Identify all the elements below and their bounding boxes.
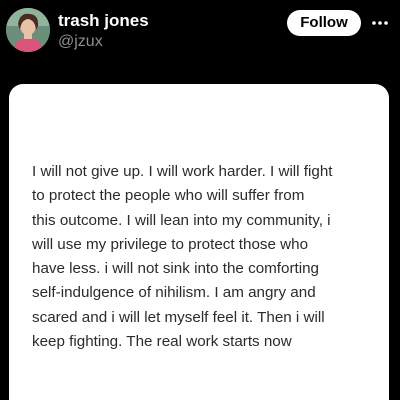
post-text-line: self-indulgence of nihilism. I am angry …: [32, 284, 316, 302]
more-horizontal-icon[interactable]: [370, 16, 390, 30]
follow-button[interactable]: Follow: [287, 10, 361, 36]
user-handle[interactable]: @jzux: [58, 33, 103, 51]
post-text-line: have less. i will not sink into the comf…: [32, 260, 320, 278]
post-text-line: scared and i will let myself feel it. Th…: [32, 308, 325, 326]
post-text-line: will use my privilege to protect those w…: [32, 235, 309, 253]
display-name[interactable]: trash jones: [58, 11, 149, 31]
post-text: I will not give up. I will work harder. …: [32, 160, 372, 354]
post-screen: trash jones @jzux Follow I will not give…: [0, 0, 400, 400]
post-text-line: this outcome. I will lean into my commun…: [32, 211, 331, 229]
post-header: trash jones @jzux Follow: [0, 0, 400, 70]
avatar[interactable]: [6, 8, 50, 52]
avatar-photo-icon: [6, 8, 50, 52]
post-text-line: to protect the people who will suffer fr…: [32, 187, 305, 205]
post-text-line: keep fighting. The real work starts now: [32, 333, 292, 351]
post-text-line: I will not give up. I will work harder. …: [32, 163, 333, 180]
